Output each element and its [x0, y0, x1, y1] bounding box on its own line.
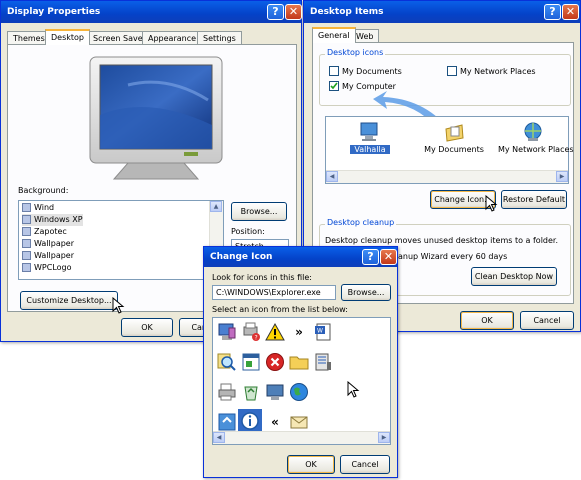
window-title: Change Icon: [210, 252, 273, 262]
clean-desktop-now-button[interactable]: Clean Desktop Now: [471, 267, 557, 286]
tab-appearance[interactable]: Appearance: [142, 31, 203, 45]
my-documents-checkbox[interactable]: [329, 66, 339, 76]
image-file-icon: [22, 251, 31, 260]
image-file-icon: [22, 227, 31, 236]
warning-icon[interactable]: [264, 321, 286, 343]
scroll-left-icon[interactable]: ◀: [326, 171, 338, 182]
horizontal-scrollbar[interactable]: ◀ ▶: [213, 431, 390, 444]
desktop-cleanup-group-label: Desktop cleanup: [325, 218, 397, 227]
icon-item-my-documents[interactable]: My Documents: [424, 121, 484, 154]
server-icon[interactable]: [312, 351, 334, 373]
change-icon-titlebar[interactable]: Change Icon ? ✕: [204, 247, 397, 267]
image-file-icon: [22, 263, 31, 272]
cancel-button[interactable]: Cancel: [520, 311, 574, 330]
globe-icon[interactable]: [288, 381, 310, 403]
cleanup-description: Desktop cleanup moves unused desktop ite…: [325, 236, 559, 245]
search-icon[interactable]: [216, 351, 238, 373]
my-computer-checkbox[interactable]: [329, 81, 339, 91]
svg-text:?: ?: [255, 335, 258, 342]
window-title: Desktop Items: [310, 7, 384, 17]
tab-desktop[interactable]: Desktop: [45, 29, 90, 45]
list-item[interactable]: Wallpaper: [22, 250, 74, 262]
computer-icon[interactable]: [216, 321, 238, 343]
monitor-preview: [88, 55, 224, 183]
list-item[interactable]: Wallpaper: [22, 238, 74, 250]
computer-icon: [360, 122, 378, 141]
my-network-places-checkbox[interactable]: [447, 66, 457, 76]
mail-icon[interactable]: [288, 411, 310, 433]
image-file-icon: [22, 215, 31, 224]
documents-folder-icon: [445, 124, 464, 142]
background-listbox[interactable]: Wind Windows XP Zapotec Wallpaper Wallpa…: [18, 200, 224, 280]
mouse-cursor-icon: [485, 195, 498, 212]
close-button[interactable]: ✕: [380, 249, 397, 265]
desktop-items-titlebar[interactable]: Desktop Items ? ✕: [304, 1, 580, 23]
list-item[interactable]: Zapotec: [22, 226, 67, 238]
help-button[interactable]: ?: [362, 249, 379, 265]
desktop-icons-group-label: Desktop icons: [325, 48, 386, 57]
icon-grid[interactable]: ? « » W ◀ ▶: [212, 317, 391, 445]
close-button[interactable]: ✕: [562, 4, 579, 20]
mouse-cursor-icon: [347, 381, 360, 398]
browse-button[interactable]: Browse...: [341, 284, 391, 301]
tab-general[interactable]: General: [312, 27, 356, 43]
list-item[interactable]: Wind: [22, 202, 54, 214]
chevrons-right-icon[interactable]: »: [288, 321, 310, 343]
network-window-icon[interactable]: [240, 351, 262, 373]
change-icon-window: Change Icon ? ✕ Look for icons in this f…: [203, 246, 398, 478]
my-documents-label: My Documents: [342, 67, 402, 76]
checkmark-icon: [330, 82, 338, 90]
image-file-icon: [22, 239, 31, 248]
printer-help-icon[interactable]: ?: [240, 321, 262, 343]
file-path-value: C:\WINDOWS\Explorer.exe: [216, 288, 321, 297]
error-icon[interactable]: [264, 351, 286, 373]
info-icon[interactable]: [216, 411, 238, 433]
scroll-up-icon[interactable]: ▲: [210, 201, 222, 212]
icon-item-my-network-places[interactable]: My Network Places: [498, 121, 574, 154]
window-title: Display Properties: [7, 7, 101, 17]
background-label: Background:: [18, 186, 69, 195]
browse-button[interactable]: Browse...: [231, 202, 287, 221]
chevrons-left-icon[interactable]: «: [264, 411, 286, 433]
mouse-cursor-icon: [112, 297, 125, 314]
network-places-icon: [524, 122, 542, 141]
ok-button[interactable]: OK: [287, 455, 335, 474]
image-file-icon: [22, 203, 31, 212]
help-button[interactable]: ?: [544, 4, 561, 20]
icon-label-my-documents: My Documents: [424, 145, 484, 154]
folder-icon[interactable]: [288, 351, 310, 373]
svg-text:W: W: [317, 328, 323, 335]
file-path-input[interactable]: C:\WINDOWS\Explorer.exe: [212, 285, 336, 300]
ok-button[interactable]: OK: [460, 311, 514, 330]
restore-default-button[interactable]: Restore Default: [501, 190, 567, 209]
document-icon[interactable]: W: [312, 321, 334, 343]
customize-desktop-button[interactable]: Customize Desktop...: [20, 291, 118, 310]
cancel-button[interactable]: Cancel: [340, 455, 390, 474]
scroll-right-icon[interactable]: ▶: [556, 171, 568, 182]
horizontal-scrollbar[interactable]: ◀ ▶: [326, 170, 568, 183]
position-label: Position:: [231, 227, 265, 236]
icon-label-valhalla: Valhalla: [350, 145, 390, 154]
printer-icon[interactable]: [216, 381, 238, 403]
recycle-bin-icon[interactable]: [240, 381, 262, 403]
select-icon-label: Select an icon from the list below:: [212, 305, 348, 314]
monitor-icon[interactable]: [264, 381, 286, 403]
list-item[interactable]: Windows XP: [22, 214, 83, 226]
scroll-left-icon[interactable]: ◀: [213, 432, 225, 443]
information-icon[interactable]: [238, 409, 262, 433]
icon-item-valhalla[interactable]: Valhalla: [350, 121, 390, 154]
ok-button[interactable]: OK: [121, 318, 173, 337]
tab-settings[interactable]: Settings: [197, 31, 242, 45]
scroll-right-icon[interactable]: ▶: [378, 432, 390, 443]
help-button[interactable]: ?: [267, 4, 284, 20]
icon-label-my-network-places: My Network Places: [498, 145, 574, 154]
display-properties-titlebar[interactable]: Display Properties ? ✕: [1, 1, 302, 23]
cleanup-wizard-text: anup Wizard every 60 days: [398, 252, 508, 261]
desktop-icons-listview[interactable]: Valhalla My Documents My Network Places …: [325, 116, 574, 184]
list-item[interactable]: WPCLogo: [22, 262, 72, 274]
look-for-label: Look for icons in this file:: [212, 273, 312, 282]
my-network-places-label: My Network Places: [460, 67, 536, 76]
close-button[interactable]: ✕: [285, 4, 302, 20]
